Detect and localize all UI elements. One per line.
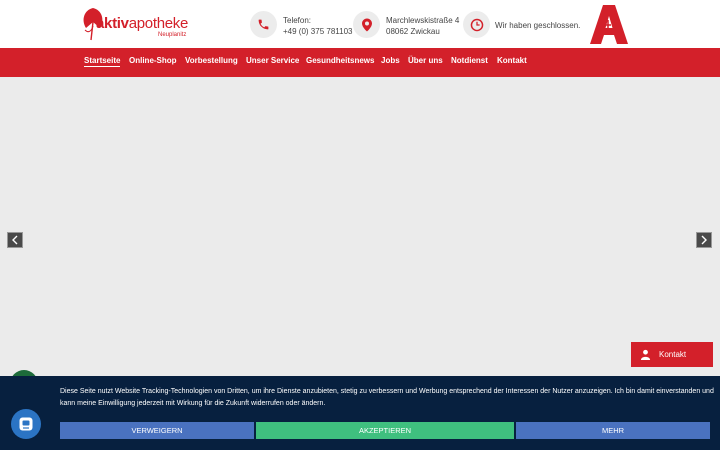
hero-slider bbox=[0, 77, 720, 377]
address-street: Marchlewskistraße 4 bbox=[386, 16, 460, 25]
opening-status: Wir haben geschlossen. bbox=[495, 21, 581, 30]
phone-number[interactable]: +49 (0) 375 781103 bbox=[283, 26, 352, 37]
nav-unser-service[interactable]: Unser Service bbox=[246, 56, 299, 65]
phone-info[interactable]: Telefon: +49 (0) 375 781103 bbox=[283, 15, 352, 37]
logo-text: aktivapotheke bbox=[96, 15, 189, 32]
cookie-text: Diese Seite nutzt Website Tracking-Techn… bbox=[60, 388, 714, 407]
nav-notdienst[interactable]: Notdienst bbox=[451, 56, 488, 65]
kontakt-floating-button[interactable]: Kontakt bbox=[631, 342, 713, 367]
nav-ueber-uns[interactable]: Über uns bbox=[408, 56, 443, 65]
reject-button[interactable]: VERWEIGERN bbox=[60, 422, 254, 439]
location-pin-icon bbox=[353, 11, 380, 38]
accept-button[interactable]: AKZEPTIEREN bbox=[256, 422, 514, 439]
nav-gesundheitsnews[interactable]: Gesundheitsnews bbox=[306, 56, 374, 65]
chat-icon bbox=[19, 417, 33, 431]
nav-kontakt[interactable]: Kontakt bbox=[497, 56, 527, 65]
more-button[interactable]: MEHR bbox=[516, 422, 710, 439]
arrow-left-icon[interactable] bbox=[7, 232, 23, 248]
nav-online-shop[interactable]: Online-Shop bbox=[129, 56, 177, 65]
address-city: 08062 Zwickau bbox=[386, 27, 440, 36]
address-info[interactable]: Marchlewskistraße 4 08062 Zwickau bbox=[386, 15, 459, 37]
nav-startseite[interactable]: Startseite bbox=[84, 56, 121, 67]
kontakt-label: Kontakt bbox=[659, 350, 687, 359]
person-icon bbox=[640, 349, 651, 360]
phone-icon bbox=[250, 11, 277, 38]
nav-vorbestellung[interactable]: Vorbestellung bbox=[185, 56, 238, 65]
main-navigation: Startseite Online-Shop Vorbestellung Uns… bbox=[0, 48, 720, 77]
phone-label: Telefon: bbox=[283, 16, 312, 25]
clock-icon bbox=[463, 11, 490, 38]
nav-jobs[interactable]: Jobs bbox=[381, 56, 400, 65]
chat-button[interactable] bbox=[11, 409, 41, 439]
site-header: aktivapotheke Neuplanitz Telefon: +49 (0… bbox=[0, 0, 720, 48]
logo-subtitle: Neuplanitz bbox=[158, 32, 187, 38]
apotheke-a-icon bbox=[590, 5, 628, 44]
arrow-right-icon[interactable] bbox=[696, 232, 712, 248]
